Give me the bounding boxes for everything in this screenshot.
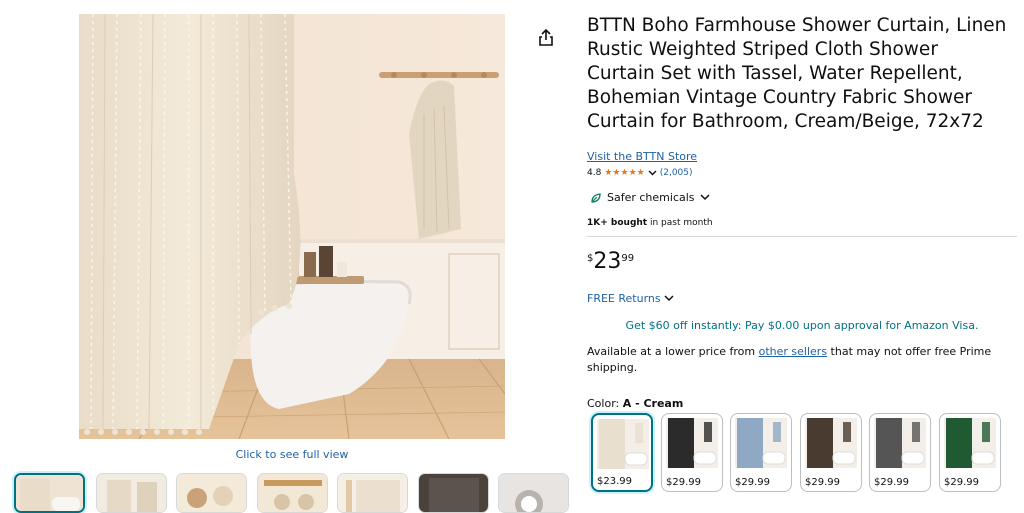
rating-row[interactable]: 4.8 ★★★★★ (2,005) [587,168,693,178]
swatch-price: $29.99 [666,477,701,488]
click-to-see-full-view-link[interactable]: Click to see full view [79,448,505,461]
chevron-down-icon [664,295,674,302]
swatch-image [944,418,996,468]
thumbnail-5[interactable] [337,473,408,513]
shower-curtain-photo [79,14,505,439]
thumbnail-image [258,474,327,512]
safer-chemicals-badge[interactable]: Safer chemicals [590,191,710,204]
ratings-count-link[interactable]: (2,005) [660,168,693,178]
color-swatch-5[interactable]: $29.99 [869,413,931,492]
thumbnail-image [16,475,83,511]
thumbnail-image [177,474,246,512]
swatch-price: $29.99 [874,477,909,488]
color-swatch-4[interactable]: $29.99 [800,413,862,492]
chevron-down-icon[interactable] [648,170,657,176]
swatch-price: $29.99 [805,477,840,488]
thumbnail-1[interactable] [14,473,85,513]
thumbnail-2[interactable] [96,473,167,513]
star-rating[interactable]: ★★★★★ [604,168,644,178]
star-icon: ★ [620,168,629,178]
other-sellers-link[interactable]: other sellers [759,345,827,358]
product-title: BTTN Boho Farmhouse Shower Curtain, Line… [587,15,1007,132]
color-swatch-a-cream[interactable]: $23.99 [591,413,653,492]
thumbnail-6[interactable] [418,473,489,513]
share-icon[interactable] [537,28,555,48]
bought-period: in past month [647,218,713,228]
amazon-visa-promo[interactable]: Get $60 off instantly: Pay $0.00 upon ap… [587,319,1017,332]
price-fraction: 99 [621,253,635,264]
swatch-image [735,418,787,468]
star-icon: ★ [628,168,637,178]
thumbnail-4[interactable] [257,473,328,513]
price: $ 23 99 [587,250,634,274]
thumbnail-3[interactable] [176,473,247,513]
swatch-image [597,419,649,469]
swatch-price: $29.99 [735,477,770,488]
leaf-icon [591,192,601,203]
color-swatch-3[interactable]: $29.99 [730,413,792,492]
safer-chemicals-label: Safer chemicals [607,191,695,204]
thumbnail-image [97,474,166,512]
selected-color: A - Cream [622,397,684,410]
swatch-price: $29.99 [944,477,979,488]
color-label-prefix: Color: [587,397,623,410]
free-returns-link[interactable]: FREE Returns [587,292,674,305]
color-swatch-6[interactable]: $29.99 [939,413,1001,492]
thumbnail-image [419,474,488,512]
rating-value: 4.8 [587,168,602,178]
thumbnail-video[interactable] [498,473,569,513]
price-whole: 23 [593,249,622,274]
bought-count: 1K+ bought [587,218,648,228]
lower-price-prefix: Available at a lower price from [587,345,759,358]
divider [587,236,1017,237]
lower-price-notice: Available at a lower price from other se… [587,344,1007,376]
chevron-down-icon [700,194,710,201]
star-icon: ★ [636,168,645,178]
bought-in-past-month: 1K+ bought in past month [587,218,713,228]
swatch-price: $23.99 [597,476,632,487]
color-swatch-2[interactable]: $29.99 [661,413,723,492]
swatch-image [666,418,718,468]
swatch-image [805,418,857,468]
thumbnail-image [338,474,407,512]
color-selection-label: Color: A - Cream [587,397,683,410]
main-product-image[interactable] [79,14,505,439]
swatch-image [874,418,926,468]
free-returns-label: FREE Returns [587,292,661,305]
store-link[interactable]: Visit the BTTN Store [587,150,697,163]
video-thumbnail-image [499,474,568,512]
